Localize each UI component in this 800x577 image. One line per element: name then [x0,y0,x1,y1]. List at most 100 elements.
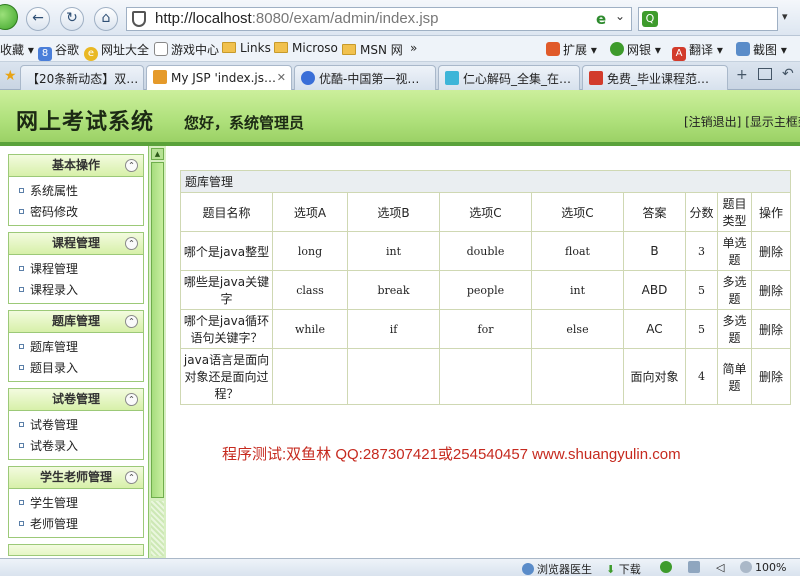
course-favicon-icon [589,71,603,85]
close-icon[interactable]: ✕ [277,71,286,84]
collapse-icon[interactable]: ⌃ [125,471,138,484]
cell-option-a: while [272,309,348,349]
search-dropdown-icon[interactable]: ▾ [782,10,788,23]
cell-option-c [439,348,532,405]
main-content: 题库管理 题目名称 选项A 选项B 选项C 选项C 答案 分数 题目类型 操作 … [166,146,800,558]
zoom-control[interactable]: 100% [740,561,786,574]
menu-teacher-mgmt[interactable]: 老师管理 [19,514,143,535]
scroll-thumb[interactable] [151,162,164,498]
fav-microso[interactable]: Microso [274,41,338,55]
collapse-icon[interactable]: ⌃ [125,159,138,172]
menu-course-entry[interactable]: 课程录入 [19,280,143,301]
undo-close-icon[interactable]: ↶ [782,66,794,82]
collapse-icon[interactable]: ⌃ [125,315,138,328]
url-text[interactable]: http://localhost:8080/exam/admin/index.j… [155,10,439,27]
fav-hao[interactable]: e 网址大全 [84,41,149,61]
panel-header[interactable]: 课程管理 ⌃ [9,233,143,255]
jsp-favicon-icon [153,70,167,84]
fav-game-center[interactable]: 游戏中心 [154,41,219,58]
search-input[interactable]: Q [638,7,778,31]
search-engine-icon[interactable]: Q [642,11,658,27]
delete-link[interactable]: 删除 [750,270,792,310]
panel-basic-ops: 基本操作 ⌃ 系统属性 密码修改 [8,154,144,226]
cell-type: 多选题 [717,309,752,349]
refresh-button[interactable]: ↻ [60,7,84,31]
cell-question: 哪个是java整型 [180,231,273,271]
panel-student-teacher: 学生老师管理 ⌃ 学生管理 老师管理 [8,466,144,538]
menu-change-password[interactable]: 密码修改 [19,202,143,223]
menu-question-bank[interactable]: 题库管理 [19,337,143,358]
scissors-icon [736,42,750,56]
menu-course-mgmt[interactable]: 课程管理 [19,259,143,280]
menu-system-props[interactable]: 系统属性 [19,181,143,202]
chevron-down-icon[interactable]: ⌄ [615,9,625,23]
home-button[interactable]: ⌂ [94,7,118,31]
cell-type: 简单题 [717,348,752,405]
header-links: [注销退出] [显示主框架 [684,113,800,130]
logout-link[interactable]: [注销退出] [684,115,741,129]
show-frame-link[interactable]: [显示主框架 [745,115,800,129]
view-icon[interactable] [688,561,703,574]
download-button[interactable]: ⬇ 下载 [606,561,641,577]
delete-link[interactable]: 删除 [750,231,792,271]
volume-icon[interactable]: ◁ [716,561,724,574]
menu-paper-entry[interactable]: 试卷录入 [19,436,143,457]
scroll-up-icon[interactable]: ▲ [151,148,164,160]
fav-google[interactable]: 8 谷歌 [38,41,79,61]
menu-paper-mgmt[interactable]: 试卷管理 [19,415,143,436]
app-header: 网上考试系统 您好，系统管理员 [注销退出] [显示主框架 [0,90,800,146]
favorites-menu[interactable]: 收藏 ▾ [0,41,34,58]
new-tab-button[interactable]: + [736,67,748,83]
cell-option-b: break [347,270,440,310]
address-bar[interactable]: http://localhost:8080/exam/admin/index.j… [126,7,632,31]
cell-answer: 面向对象 [623,348,686,405]
panel-header[interactable]: 题库管理 ⌃ [9,311,143,333]
star-icon[interactable]: ★ [4,68,17,84]
delete-link[interactable]: 删除 [750,309,792,349]
bank-button[interactable]: 网银 ▾ [610,41,661,58]
tab-news[interactable]: 【20条新动态】双… [20,65,144,90]
ie-mode-icon[interactable]: e [596,10,606,28]
col-header: 操作 [750,192,792,232]
browser-doctor-button[interactable]: 浏览器医生 [522,561,592,577]
cell-question: 哪些是java关键字 [180,270,273,310]
screenshot-button[interactable]: 截图 ▾ [736,41,787,58]
scroll-track[interactable] [151,501,164,556]
ie-status-icon[interactable] [660,561,675,574]
translate-icon: A [672,47,686,61]
tab-youku[interactable]: 优酷-中国第一视… [294,65,436,90]
col-header: 选项C [439,192,532,232]
menu-student-mgmt[interactable]: 学生管理 [19,493,143,514]
security-shield-icon [132,11,146,27]
tab-my-jsp[interactable]: My JSP 'index.js… ✕ [146,65,292,91]
col-header: 分数 [685,192,718,232]
grid-icon [546,42,560,56]
cell-option-d [531,348,624,405]
cell-option-d: int [531,270,624,310]
fav-links[interactable]: Links [222,41,271,55]
menu-question-entry[interactable]: 题目录入 [19,358,143,379]
panel-header[interactable] [9,545,143,555]
extensions-button[interactable]: 扩展 ▾ [546,41,597,58]
col-header: 题目名称 [180,192,273,232]
fav-msn[interactable]: MSN 网 [342,41,403,58]
tab-bar: ★ 【20条新动态】双… My JSP 'index.js… ✕ 优酷-中国第一视… [0,62,800,91]
panel-header[interactable]: 基本操作 ⌃ [9,155,143,177]
cell-option-a [272,348,348,405]
tab-renxin[interactable]: 仁心解码_全集_在… [438,65,580,90]
panel-header[interactable]: 试卷管理 ⌃ [9,389,143,411]
translate-button[interactable]: A 翻译 ▾ [672,41,723,61]
panel-header[interactable]: 学生老师管理 ⌃ [9,467,143,489]
back-button[interactable]: ← [26,7,50,31]
table-row: 哪个是java循环语句关键字？ while if for else AC 5 多… [180,309,792,349]
shield-icon [610,42,624,56]
collapse-icon[interactable]: ⌃ [125,393,138,406]
tab-list-icon[interactable] [758,68,772,80]
panel-partial [8,544,144,556]
browser-logo-icon[interactable] [0,4,18,30]
delete-link[interactable]: 删除 [750,348,792,405]
sidebar-scrollbar[interactable]: ▲ [148,146,166,558]
tab-free-course[interactable]: 免费_毕业课程范… [582,65,728,90]
collapse-icon[interactable]: ⌃ [125,237,138,250]
fav-overflow[interactable]: » [410,41,417,55]
